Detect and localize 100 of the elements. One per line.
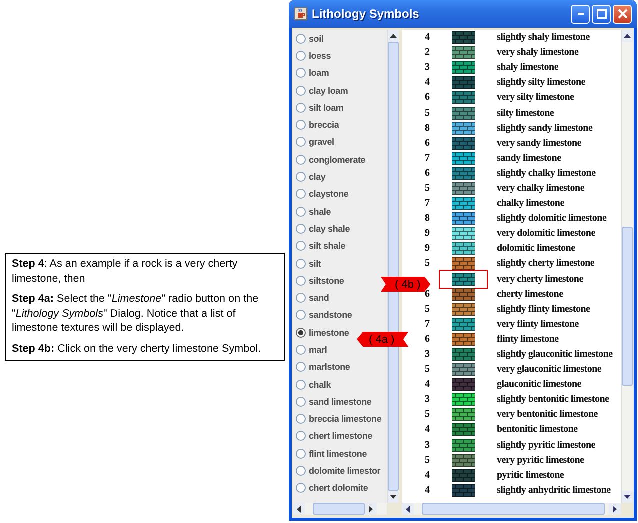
radio-button[interactable] — [296, 362, 306, 372]
radio-label: flint limestone — [309, 448, 368, 459]
row-number: 5 — [425, 258, 430, 270]
radio-label: clay shale — [309, 224, 350, 234]
pattern-swatch[interactable] — [452, 227, 475, 240]
radio-button[interactable] — [296, 431, 306, 442]
pattern-swatch[interactable] — [452, 166, 475, 180]
radio-label: clay — [309, 172, 326, 182]
horizontal-scrollbar[interactable] — [402, 503, 621, 515]
row-number: 3 — [425, 440, 430, 451]
row-number: 6 — [425, 92, 430, 104]
pattern-swatch[interactable] — [452, 484, 475, 497]
pattern-swatch[interactable] — [452, 378, 475, 392]
pattern-swatch[interactable] — [452, 31, 475, 44]
radio-button[interactable] — [296, 396, 306, 407]
symbol-name: sandy limestone — [497, 152, 562, 164]
radio-label: silt shale — [309, 241, 346, 252]
pattern-swatch[interactable] — [452, 332, 475, 346]
radio-button[interactable] — [296, 483, 306, 494]
down-arrow-icon[interactable] — [390, 495, 397, 499]
minimize-button[interactable] — [571, 4, 590, 24]
pattern-swatch[interactable] — [452, 122, 475, 135]
horizontal-scrollbar[interactable] — [293, 503, 387, 515]
radio-button[interactable] — [296, 86, 306, 96]
pattern-swatch[interactable] — [452, 318, 475, 331]
pattern-swatch[interactable] — [452, 438, 475, 452]
pattern-swatch[interactable] — [452, 152, 475, 165]
pattern-swatch[interactable] — [452, 61, 475, 74]
scroll-thumb[interactable] — [622, 227, 633, 386]
pattern-swatch[interactable] — [452, 197, 475, 210]
pattern-swatch[interactable] — [452, 393, 475, 406]
radio-button[interactable] — [296, 310, 306, 320]
radio-button[interactable] — [296, 380, 306, 390]
pattern-swatch[interactable] — [452, 257, 475, 270]
pattern-swatch[interactable] — [452, 182, 475, 195]
row-number: 5 — [425, 409, 430, 420]
down-arrow-icon[interactable] — [624, 495, 631, 499]
window-title: Lithology Symbols — [312, 7, 420, 21]
radio-button[interactable] — [296, 189, 306, 200]
radio-label: sand — [309, 293, 330, 304]
radio-button[interactable] — [296, 258, 306, 268]
radio-button[interactable] — [296, 50, 306, 61]
pattern-swatch[interactable] — [452, 106, 475, 120]
radio-button[interactable] — [296, 328, 306, 338]
radio-button[interactable] — [296, 293, 306, 304]
symbol-name: slightly chalky limestone — [497, 168, 596, 179]
radio-button[interactable] — [296, 241, 306, 252]
scroll-thumb[interactable] — [422, 503, 605, 515]
cup-icon — [294, 7, 308, 21]
pattern-swatch[interactable] — [452, 242, 475, 256]
radio-button[interactable] — [296, 172, 306, 182]
scroll-thumb[interactable] — [313, 503, 365, 515]
radio-button[interactable] — [296, 224, 306, 234]
radio-label: breccia — [309, 120, 340, 130]
row-number: 3 — [425, 62, 430, 74]
pattern-swatch[interactable] — [452, 423, 475, 436]
pattern-swatch[interactable] — [452, 136, 475, 150]
right-arrow-icon[interactable] — [613, 506, 617, 512]
radio-button[interactable] — [296, 206, 306, 217]
symbol-name: chalky limestone — [497, 198, 564, 210]
pattern-swatch[interactable] — [452, 302, 475, 316]
instruction-text: Step 4: As an example if a rock is a very cherty limestone, then — [12, 257, 239, 286]
pattern-swatch[interactable] — [452, 91, 475, 104]
pattern-swatch[interactable] — [452, 76, 475, 90]
left-arrow-icon[interactable] — [406, 506, 410, 512]
radio-button[interactable] — [296, 276, 306, 286]
maximize-icon — [596, 9, 606, 19]
radio-button[interactable] — [296, 466, 306, 476]
left-arrow-icon[interactable] — [297, 506, 301, 512]
radio-button[interactable] — [296, 102, 306, 113]
symbol-name: very glauconitic limestone — [497, 364, 602, 376]
symbol-name: cherty limestone — [497, 288, 564, 300]
pattern-swatch[interactable] — [452, 212, 475, 226]
row-number: 7 — [425, 318, 430, 330]
close-button[interactable] — [613, 4, 632, 24]
pattern-swatch[interactable] — [452, 46, 475, 60]
pattern-swatch[interactable] — [452, 408, 475, 422]
radio-button[interactable] — [296, 34, 306, 44]
radio-button[interactable] — [296, 68, 306, 78]
radio-label: silt loam — [309, 102, 344, 113]
up-arrow-icon[interactable] — [624, 34, 631, 38]
radio-label: marl — [309, 344, 328, 355]
radio-button[interactable] — [296, 137, 306, 148]
radio-button[interactable] — [296, 344, 306, 355]
radio-button[interactable] — [296, 448, 306, 459]
pattern-swatch[interactable] — [452, 363, 475, 376]
radio-label: loam — [309, 68, 330, 78]
right-arrow-icon[interactable] — [369, 506, 373, 512]
vertical-scrollbar[interactable] — [621, 30, 633, 503]
pattern-swatch[interactable] — [452, 468, 475, 482]
pattern-swatch[interactable] — [452, 348, 475, 362]
up-arrow-icon[interactable] — [390, 34, 397, 38]
row-number: 5 — [425, 304, 430, 315]
pattern-swatch[interactable] — [452, 454, 475, 467]
maximize-button[interactable] — [592, 4, 611, 24]
radio-button[interactable] — [296, 154, 306, 165]
radio-button[interactable] — [296, 414, 306, 424]
pattern-swatch[interactable] — [452, 288, 475, 301]
pattern-swatch[interactable] — [452, 272, 475, 286]
radio-button[interactable] — [296, 120, 306, 130]
